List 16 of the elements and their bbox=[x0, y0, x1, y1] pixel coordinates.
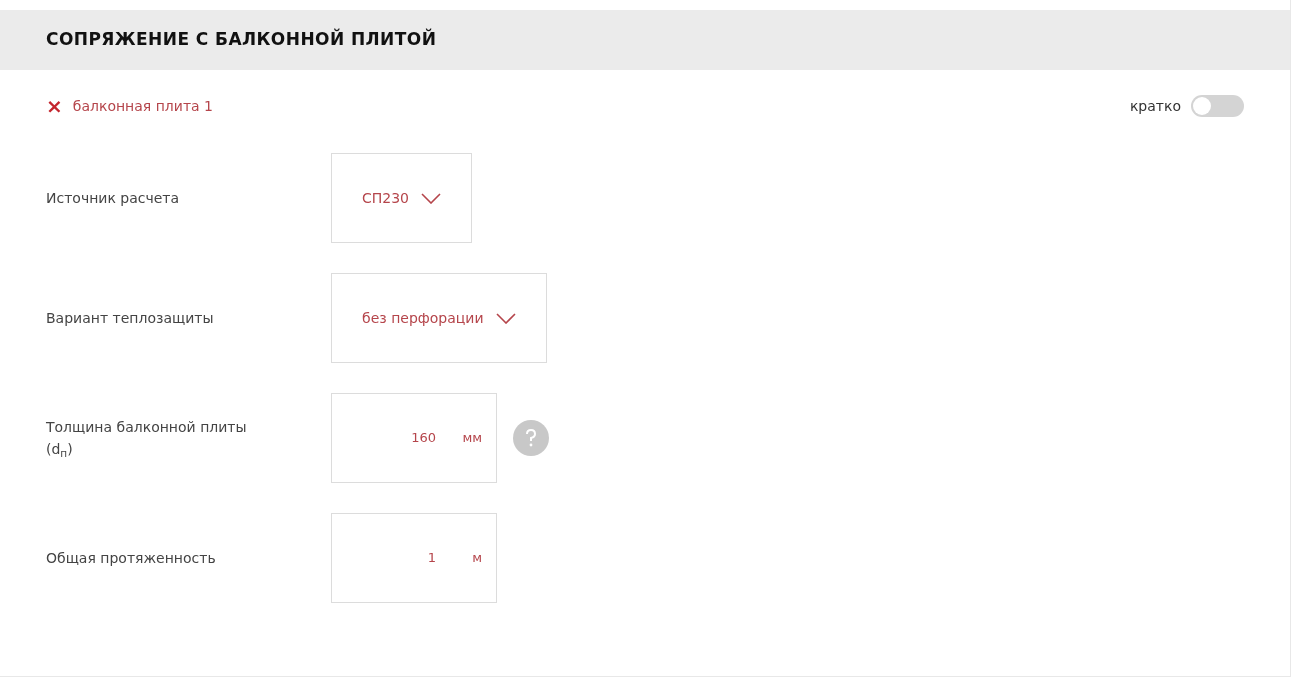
field-label: Источник расчета bbox=[46, 189, 181, 208]
section-title: СОПРЯЖЕНИЕ С БАЛКОННОЙ ПЛИТОЙ bbox=[46, 27, 437, 52]
chevron-down-icon bbox=[421, 192, 442, 204]
field-label: Толщина балконной плиты (d$_{п}$) bbox=[46, 418, 248, 460]
field-label: Вариант теплозащиты bbox=[46, 309, 215, 328]
select-dropdown[interactable]: без перфорации bbox=[331, 273, 547, 363]
number-input[interactable]: 1 м bbox=[331, 513, 497, 603]
chevron-down-icon bbox=[495, 312, 516, 324]
toggle-label: кратко bbox=[1129, 96, 1181, 116]
remove-button[interactable]: × bbox=[46, 96, 63, 116]
select-dropdown[interactable]: СП230 bbox=[331, 153, 473, 243]
item-label: балконная плита 1 bbox=[72, 96, 213, 116]
help-icon[interactable] bbox=[513, 420, 549, 456]
field-label: Общая протяженность bbox=[46, 549, 217, 568]
number-input[interactable]: 160 мм bbox=[331, 393, 497, 483]
brief-toggle[interactable] bbox=[1191, 95, 1244, 117]
